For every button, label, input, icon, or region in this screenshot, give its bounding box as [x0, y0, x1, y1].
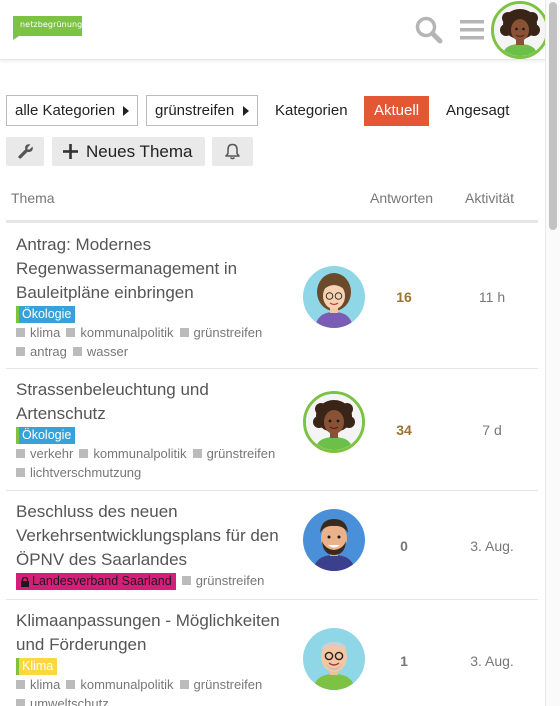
tag-item[interactable]: grünstreifen [181, 571, 264, 590]
tag-item[interactable]: umweltschutz [16, 694, 109, 706]
table-header-divider [6, 220, 538, 223]
poster-avatar[interactable] [303, 628, 365, 690]
topic-title[interactable]: Antrag: Modernes Regenwassermanagement i… [16, 233, 291, 305]
category-badge[interactable]: Ökologie [16, 306, 76, 324]
nav-link-kategorien[interactable]: Kategorien [275, 96, 348, 126]
tag-item[interactable]: kommunalpolitik [79, 444, 187, 463]
tag-item[interactable]: grünstreifen [179, 323, 262, 342]
scrollbar-thumb[interactable] [549, 2, 557, 230]
nav-link-angesagt[interactable]: Angesagt [446, 96, 509, 126]
tag-item[interactable]: kommunalpolitik [66, 675, 174, 694]
reply-count[interactable]: 34 [374, 422, 434, 438]
topic-meta: Klima klima kommunalpolitik grünstreifen u… [16, 656, 296, 706]
column-header-replies[interactable]: Antworten [370, 190, 433, 206]
wrench-icon [18, 144, 33, 159]
tag-item[interactable]: kommunalpolitik [66, 323, 174, 342]
poster-avatar[interactable] [303, 391, 365, 453]
topic-meta: Ökologie verkehr kommunalpolitik grünstrei… [16, 425, 296, 482]
tag-item[interactable]: grünstreifen [179, 675, 262, 694]
scrollbar[interactable] [545, 0, 560, 706]
tag-item[interactable]: lichtverschmutzung [16, 463, 141, 482]
caret-right-icon [243, 106, 249, 116]
tag-dropdown[interactable]: grünstreifen [146, 95, 258, 126]
site-logo[interactable]: netzbegrünung [13, 16, 82, 40]
notifications-bell-button[interactable] [212, 137, 253, 166]
category-badge[interactable]: Klima [16, 658, 58, 676]
topic-meta: Ökologie klima kommunalpolitik grünstreife… [16, 304, 296, 361]
topic-row[interactable]: Strassenbeleuchtung und Artenschutz Ökol… [6, 369, 538, 491]
poster-avatar[interactable] [303, 509, 365, 571]
plus-icon [63, 144, 78, 159]
nav-link-aktuell[interactable]: Aktuell [364, 96, 430, 126]
site-header: netzbegrünung [0, 0, 549, 60]
user-avatar[interactable] [491, 1, 549, 59]
tag-item[interactable]: wasser [72, 342, 128, 361]
reply-count[interactable]: 0 [374, 538, 434, 554]
tag-item[interactable]: klima [16, 675, 60, 694]
hamburger-menu-icon[interactable] [457, 15, 487, 45]
activity-time[interactable]: 7 d [446, 422, 538, 438]
poster-avatar[interactable] [303, 266, 365, 328]
tag-item[interactable]: klima [16, 323, 60, 342]
topic-row[interactable]: Beschluss des neuen Verkehrsentwicklungs… [6, 491, 538, 600]
new-topic-button[interactable]: Neues Thema [52, 137, 205, 166]
logo-text: netzbegrünung [20, 20, 83, 29]
activity-time[interactable]: 3. Aug. [446, 538, 538, 554]
category-badge[interactable]: Landesverband Saarland [16, 573, 176, 591]
topic-meta: Landesverband Saarland grünstreifen [16, 571, 296, 591]
admin-wrench-button[interactable] [6, 137, 44, 166]
reply-count[interactable]: 1 [374, 653, 434, 669]
tag-item[interactable]: antrag [16, 342, 67, 361]
activity-time[interactable]: 3. Aug. [446, 653, 538, 669]
column-header-topic[interactable]: Thema [11, 190, 55, 206]
column-header-activity[interactable]: Aktivität [465, 190, 514, 206]
category-dropdown[interactable]: alle Kategorien [6, 95, 138, 126]
search-icon[interactable] [414, 15, 444, 45]
topic-title[interactable]: Strassenbeleuchtung und Artenschutz [16, 378, 291, 426]
category-dropdown-label: alle Kategorien [15, 102, 116, 119]
new-topic-label: Neues Thema [86, 142, 193, 161]
lock-icon [21, 577, 29, 588]
topic-title[interactable]: Beschluss des neuen Verkehrsentwicklungs… [16, 500, 291, 572]
topic-title[interactable]: Klimaanpassungen - Möglichkeiten und För… [16, 609, 291, 657]
activity-time[interactable]: 11 h [446, 289, 538, 305]
tag-dropdown-label: grünstreifen [155, 102, 235, 119]
tag-item[interactable]: grünstreifen [192, 444, 275, 463]
topic-row[interactable]: Klimaanpassungen - Möglichkeiten und För… [6, 600, 538, 706]
bell-icon [225, 143, 240, 160]
reply-count[interactable]: 16 [374, 289, 434, 305]
category-badge[interactable]: Ökologie [16, 427, 76, 445]
topic-row[interactable]: Antrag: Modernes Regenwassermanagement i… [6, 224, 538, 369]
tag-item[interactable]: verkehr [16, 444, 73, 463]
caret-right-icon [123, 106, 129, 116]
